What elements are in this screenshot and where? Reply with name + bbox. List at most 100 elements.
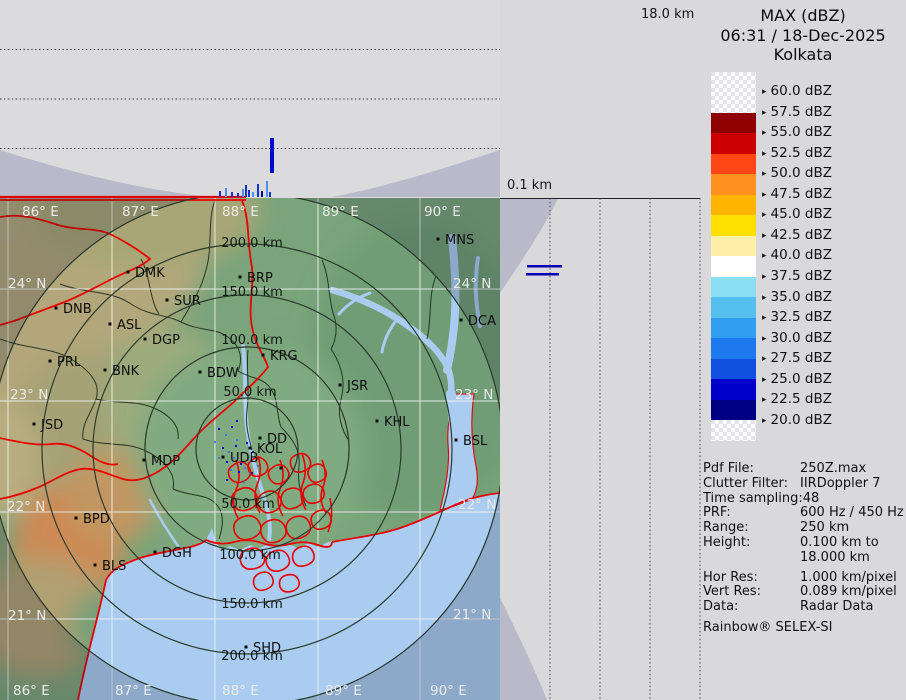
dbz-swatch-9: [711, 297, 756, 318]
tick-arrow-icon: ▸: [762, 293, 767, 303]
dbz-value: 45.0 dBZ: [771, 206, 832, 222]
coordinate-label: 22° N: [458, 497, 496, 513]
tick-arrow-icon: ▸: [762, 334, 767, 344]
dbz-swatch-0: [711, 113, 756, 134]
coordinate-label: 22° N: [7, 499, 45, 515]
meta-value: 600 Hz / 450 Hz: [800, 506, 904, 521]
echo-column-bar: [270, 138, 274, 173]
station-label: DGH: [162, 546, 192, 561]
meta-label: Pdf File:: [703, 462, 800, 477]
coordinate-label: 90° E: [430, 683, 467, 699]
station-dot: [127, 271, 130, 274]
dbz-swatch-14: [711, 400, 756, 421]
echo-speck: [244, 467, 246, 469]
echo-speck: [238, 471, 240, 473]
station-dot: [94, 564, 97, 567]
station-dot: [239, 276, 242, 279]
echo-speck: [230, 469, 232, 471]
side-height-profile-panel: [500, 198, 706, 700]
station-dot: [154, 551, 157, 554]
radar-map: DMKBRPSURMNSDNBASLDGPDCAPRLBNKBDWKRGJSRK…: [0, 198, 500, 700]
dbz-value: 55.0 dBZ: [771, 124, 832, 140]
meta-label: [703, 551, 800, 566]
tick-arrow-icon: ▸: [762, 416, 767, 426]
station-label: BLS: [102, 559, 126, 574]
dbz-threshold-label: ▸50.0 dBZ: [762, 165, 832, 181]
station-label: BSL: [463, 434, 488, 449]
coordinate-label: 23° N: [10, 387, 48, 403]
dbz-value: 40.0 dBZ: [771, 247, 832, 263]
station-dot: [455, 439, 458, 442]
station-label: DCA: [468, 314, 496, 329]
dbz-value: 22.5 dBZ: [771, 391, 832, 407]
dbz-value: 52.5 dBZ: [771, 145, 832, 161]
dbz-swatch-4: [711, 195, 756, 216]
coordinate-label: 88° E: [222, 683, 259, 699]
echo-tick: [266, 181, 268, 197]
dbz-swatch-below-20: [711, 420, 756, 441]
tick-arrow-icon: ▸: [762, 149, 767, 159]
range-ring-label: 200.0 km: [221, 649, 283, 664]
echo-side-projection: [526, 265, 562, 276]
meta-label: Clutter Filter:: [703, 477, 800, 492]
coordinate-label: 24° N: [8, 276, 46, 292]
tick-arrow-icon: ▸: [762, 313, 767, 323]
dbz-threshold-label: ▸37.5 dBZ: [762, 268, 832, 284]
tick-arrow-icon: ▸: [762, 375, 767, 385]
dbz-threshold-label: ▸ 27.5 dBZ: [762, 350, 832, 366]
echo-tick: [252, 192, 254, 197]
echo-speck: [235, 445, 237, 447]
echo-tick: [261, 191, 263, 197]
tick-arrow-icon: ▸: [762, 128, 767, 138]
echo-speck: [236, 439, 238, 441]
station-dot: [49, 360, 52, 363]
meta-label: Data:: [703, 600, 800, 615]
height-gridlines: [550, 198, 700, 700]
dbz-swatch-2: [711, 154, 756, 175]
echo-dash: [527, 265, 562, 268]
dbz-swatch-13: [711, 379, 756, 400]
station-label: PRL: [57, 355, 82, 370]
coordinate-label: 88° E: [222, 204, 259, 220]
dbz-threshold-label: ▸ 52.5 dBZ: [762, 145, 832, 161]
coordinate-label: 87° E: [115, 683, 152, 699]
meta-value: Radar Data: [800, 600, 873, 615]
tick-arrow-icon: ▸: [762, 169, 767, 179]
echo-speck: [226, 479, 228, 481]
station-dot: [75, 517, 78, 520]
tick-arrow-icon: ▸: [762, 210, 767, 220]
station-dot: [437, 238, 440, 241]
station-dot: [249, 447, 252, 450]
dbz-swatch-11: [711, 338, 756, 359]
station-dot: [166, 299, 169, 302]
station-label: ASL: [117, 318, 142, 333]
top-height-profile-panel: [0, 0, 500, 198]
coordinate-label: 90° E: [424, 204, 461, 220]
station-dot: [222, 456, 225, 459]
coordinate-label: 24° N: [453, 276, 491, 292]
dbz-value: 27.5 dBZ: [771, 350, 832, 366]
tick-arrow-icon: ▸: [762, 231, 767, 241]
range-ring-label: 150.0 km: [221, 597, 283, 612]
tick-arrow-icon: ▸: [762, 354, 767, 364]
dbz-value: 37.5 dBZ: [771, 268, 832, 284]
meta-value: 0.089 km/pixel: [800, 585, 897, 600]
coordinate-label: 86° E: [22, 204, 59, 220]
dbz-swatch-5: [711, 215, 756, 236]
dbz-colorbar: [711, 0, 756, 460]
dbz-swatch-6: [711, 236, 756, 257]
coordinate-label: 87° E: [122, 204, 159, 220]
echo-tick: [269, 192, 271, 197]
dbz-threshold-label: ▸57.5 dBZ: [762, 104, 832, 120]
echo-tick: [257, 184, 259, 197]
height-axis-max-label: 18.0 km: [641, 7, 694, 22]
meta-label: Hor Res:: [703, 571, 800, 586]
dbz-threshold-label: ▸60.0 dBZ: [762, 83, 832, 99]
station-label: BNK: [112, 364, 140, 379]
meta-value: IIRDoppler 7: [800, 477, 881, 492]
station-label: BPD: [83, 512, 110, 527]
dbz-swatch-3: [711, 174, 756, 195]
dbz-threshold-label: ▸ 45.0 dBZ: [762, 206, 832, 222]
station-label: MNS: [445, 233, 474, 248]
station-label: BRP: [247, 271, 273, 286]
